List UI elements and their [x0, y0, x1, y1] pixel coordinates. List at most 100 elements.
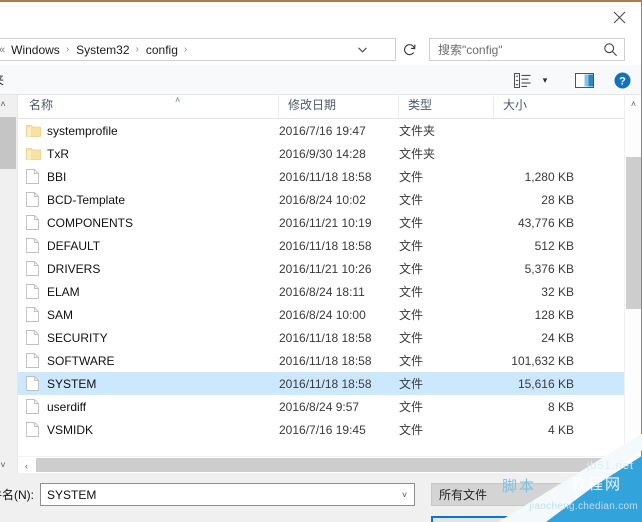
filename-history-chevron-down-icon[interactable]: ˅ [395, 484, 414, 505]
file-name-text: SYSTEM [47, 376, 97, 391]
new-folder-button-label[interactable]: 夹 [0, 71, 4, 88]
refresh-icon[interactable] [398, 38, 421, 61]
search-icon[interactable] [603, 42, 618, 60]
dialog-titlebar[interactable] [0, 2, 641, 34]
folder-icon [26, 147, 47, 160]
table-row[interactable]: SAM 2016/8/24 10:00 文件 128 KB [18, 303, 641, 326]
file-name-text: systemprofile [47, 123, 118, 138]
file-type-cell: 文件 [399, 331, 424, 345]
file-name-text: TxR [47, 146, 69, 161]
table-row[interactable]: DEFAULT 2016/11/18 18:58 文件 512 KB [18, 234, 641, 257]
file-name-text: ELAM [47, 284, 80, 299]
help-icon[interactable]: ? [609, 68, 635, 92]
breadcrumb[interactable]: « Windows › System32 › config › [0, 38, 396, 61]
file-icon [26, 238, 47, 253]
file-icon [26, 399, 47, 414]
chevron-right-icon: › [135, 44, 139, 55]
table-row[interactable]: ELAM 2016/8/24 18:11 文件 32 KB [18, 280, 641, 303]
file-icon [26, 330, 47, 345]
file-icon [26, 353, 47, 368]
file-list-vertical-scrollbar[interactable]: ˄ ˅ [624, 95, 641, 473]
table-row[interactable]: SYSTEM 2016/11/18 18:58 文件 15,616 KB [18, 372, 641, 395]
file-icon [26, 192, 47, 207]
file-icon [26, 284, 47, 299]
column-header-name[interactable]: 名称 [20, 94, 278, 118]
table-row[interactable]: BCD-Template 2016/8/24 10:02 文件 28 KB [18, 188, 641, 211]
file-type-cell: 文件 [399, 423, 424, 437]
file-size-cell: 32 KB [541, 284, 574, 299]
file-size-cell: 24 KB [541, 330, 574, 345]
filetype-dropdown-value: 所有文件 [439, 488, 488, 502]
open-file-dialog: « Windows › System32 › config › 搜索"confi… [0, 0, 642, 522]
list-scrollbar-thumb[interactable] [626, 157, 641, 309]
file-type-cell: 文件夹 [399, 124, 436, 138]
file-date-cell: 2016/8/24 18:11 [279, 284, 365, 299]
list-scroll-left-arrow-icon[interactable]: ‹ [18, 457, 35, 474]
nav-scroll-down-arrow-icon[interactable]: ˅ [0, 456, 18, 473]
preview-pane-icon[interactable] [571, 68, 597, 92]
file-type-cell: 文件 [399, 377, 424, 391]
scrollbar-corner [624, 457, 641, 474]
nav-scroll-up-arrow-icon[interactable]: ˄ [0, 95, 18, 112]
chevron-right-icon[interactable]: › [181, 44, 191, 55]
file-name-cell: COMPONENTS [18, 215, 270, 230]
cancel-button[interactable]: 取消 [521, 516, 601, 522]
table-row[interactable]: COMPONENTS 2016/11/21 10:19 文件 43,776 KB [18, 211, 641, 234]
file-name-text: SECURITY [47, 330, 108, 345]
details-view-icon[interactable] [509, 68, 535, 92]
list-scroll-right-arrow-icon[interactable]: › [607, 457, 624, 474]
table-row[interactable]: DRIVERS 2016/11/21 10:26 文件 5,376 KB [18, 257, 641, 280]
file-date-cell: 2016/11/21 10:19 [279, 215, 372, 230]
file-name-cell: SAM [18, 307, 270, 322]
navigation-pane-scrollbar[interactable]: ˄ A S ˅ [0, 95, 18, 473]
table-row[interactable]: VSMIDK 2016/7/16 19:45 文件 4 KB [18, 418, 641, 441]
breadcrumb-item-windows[interactable]: Windows [8, 43, 63, 57]
filename-input-value: SYSTEM [47, 487, 97, 502]
table-row[interactable]: SOFTWARE 2016/11/18 18:58 文件 101,632 KB [18, 349, 641, 372]
file-name-cell: SECURITY [18, 330, 270, 345]
filetype-dropdown[interactable]: 所有文件 [431, 483, 635, 506]
open-button[interactable]: 打开(O) [431, 516, 511, 522]
list-scroll-up-arrow-icon[interactable]: ˄ [625, 95, 642, 112]
nav-scrollbar-thumb[interactable] [0, 117, 16, 169]
breadcrumb-item-system32[interactable]: System32 [73, 43, 132, 57]
file-list-horizontal-scrollbar[interactable]: ‹ › [18, 456, 641, 474]
file-date-cell: 2016/8/24 9:57 [279, 399, 360, 414]
svg-text:?: ? [619, 75, 626, 87]
list-hscrollbar-thumb[interactable] [36, 458, 605, 472]
search-input[interactable]: 搜索"config" [429, 38, 625, 61]
breadcrumb-item-config[interactable]: config [143, 43, 181, 57]
chevron-down-icon[interactable] [354, 39, 371, 60]
file-date-cell: 2016/8/24 10:02 [279, 192, 366, 207]
file-name-text: COMPONENTS [47, 215, 134, 230]
column-header-date-modified[interactable]: 修改日期 [278, 94, 398, 118]
file-size-cell: 28 KB [541, 192, 574, 207]
table-row[interactable]: TxR 2016/9/30 14:28 文件夹 [18, 142, 641, 165]
file-date-cell: 2016/11/18 18:58 [279, 169, 372, 184]
file-type-cell: 文件 [399, 170, 424, 184]
file-name-cell: userdiff [18, 399, 270, 414]
toolbar-right-group: ▾ ? [509, 65, 635, 95]
dialog-bottom-bar: 件名(N): SYSTEM ˅ 所有文件 打开(O) 取消 [0, 473, 641, 522]
file-icon [26, 215, 47, 230]
close-icon[interactable] [597, 2, 641, 33]
file-date-cell: 2016/8/24 10:00 [279, 307, 366, 322]
file-name-text: BBI [47, 169, 67, 184]
file-name-cell: TxR [18, 147, 270, 161]
file-icon [26, 169, 47, 184]
file-icon [26, 422, 47, 437]
file-size-cell: 128 KB [534, 307, 574, 322]
table-row[interactable]: BBI 2016/11/18 18:58 文件 1,280 KB [18, 165, 641, 188]
file-date-cell: 2016/11/18 18:58 [279, 353, 372, 368]
table-row[interactable]: systemprofile 2016/7/16 19:47 文件夹 [18, 119, 641, 142]
filename-input[interactable]: SYSTEM ˅ [40, 483, 415, 506]
table-row[interactable]: SECURITY 2016/11/18 18:58 文件 24 KB [18, 326, 641, 349]
view-options-caret-icon[interactable]: ▾ [537, 68, 553, 92]
column-header-size[interactable]: 大小 [493, 94, 595, 118]
breadcrumb-overflow-chevron-icon[interactable]: « [0, 44, 8, 56]
column-header-type[interactable]: 类型 [398, 94, 493, 118]
file-type-cell: 文件 [399, 308, 424, 322]
table-row[interactable]: userdiff 2016/8/24 9:57 文件 8 KB [18, 395, 641, 418]
file-type-cell: 文件 [399, 216, 424, 230]
file-size-cell: 101,632 KB [511, 353, 574, 368]
